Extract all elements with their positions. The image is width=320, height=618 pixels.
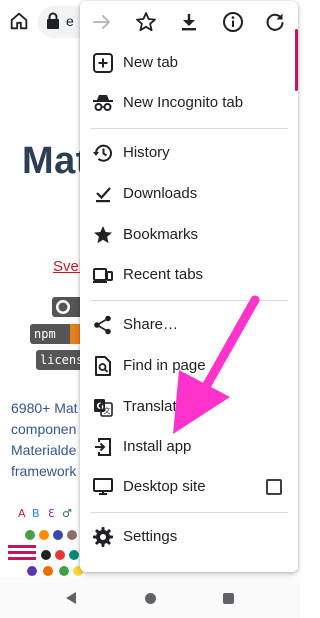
bookmark-page-button[interactable] — [134, 10, 158, 34]
downloads-icon — [92, 183, 114, 205]
desktop-site-checkbox[interactable] — [266, 479, 282, 495]
incognito-icon — [92, 92, 114, 114]
history-icon — [92, 142, 114, 164]
menu-item-share[interactable]: Share… — [80, 305, 298, 345]
page-title: Mat — [22, 140, 89, 182]
menu-item-label: Desktop site — [123, 478, 206, 495]
description-line: framework — [11, 463, 77, 479]
menu-toolbar — [80, 1, 298, 43]
bookmarks-star-icon — [92, 224, 114, 246]
menu-item-label: Install app — [123, 438, 192, 455]
menu-item-label: New Incognito tab — [123, 94, 244, 111]
refresh-icon — [266, 13, 284, 31]
menu-item-new-tab[interactable]: New tab — [80, 43, 298, 83]
menu-item-label: New tab — [123, 54, 179, 71]
url-text[interactable]: e — [66, 13, 74, 29]
menu-item-label: History — [123, 144, 170, 161]
menu-divider — [90, 300, 288, 301]
share-icon — [92, 314, 114, 336]
menu-item-install-app[interactable]: Install app — [80, 427, 298, 467]
lock-icon — [47, 12, 59, 29]
svg-text:♂: ♂ — [62, 507, 72, 520]
description-line: componen — [11, 421, 77, 437]
menu-item-desktop-site[interactable]: Desktop site — [80, 467, 298, 507]
chrome-overflow-menu: New tab New Incognito tab History Downlo… — [80, 1, 298, 572]
menu-item-recent-tabs[interactable]: Recent tabs — [80, 255, 298, 295]
info-icon — [223, 12, 243, 32]
symbol-icons-grid: A B Ɛ ♂ — [8, 507, 83, 576]
menu-item-label: Downloads — [123, 185, 198, 202]
page-info-button[interactable] — [221, 10, 245, 34]
home-icon[interactable] — [8, 10, 30, 32]
settings-icon — [92, 526, 114, 548]
menu-divider — [90, 128, 288, 129]
menu-item-label: Find in page — [123, 357, 206, 374]
forward-button[interactable] — [90, 10, 114, 34]
menu-item-new-incognito-tab[interactable]: New Incognito tab — [80, 83, 298, 123]
recent-tabs-icon — [92, 264, 114, 286]
menu-item-label: Bookmarks — [123, 226, 199, 243]
menu-item-downloads[interactable]: Downloads — [80, 174, 298, 214]
translate-icon: G 文 — [92, 396, 114, 418]
find-in-page-icon — [92, 355, 114, 377]
svg-text:A: A — [18, 507, 26, 520]
bookmark-star-icon — [136, 12, 156, 32]
menu-item-label: Recent tabs — [123, 266, 204, 283]
new-tab-icon — [92, 52, 114, 74]
menu-item-settings[interactable]: Settings — [80, 517, 298, 557]
npm-badge-label: npm — [34, 327, 56, 341]
menu-item-label: Share… — [123, 316, 179, 333]
download-icon — [182, 14, 196, 31]
description-line: Materialde — [11, 442, 77, 458]
menu-item-label: Settings — [123, 528, 178, 545]
menu-item-bookmarks[interactable]: Bookmarks — [80, 215, 298, 255]
download-page-button[interactable] — [177, 10, 201, 34]
svg-text:Ɛ: Ɛ — [48, 507, 55, 520]
menu-item-translate[interactable]: G 文 Translate… — [80, 387, 298, 427]
svelte-link[interactable]: Svel — [53, 258, 82, 275]
menu-divider — [90, 512, 288, 513]
nav-home-icon[interactable] — [145, 593, 156, 604]
menu-item-history[interactable]: History — [80, 133, 298, 173]
refresh-button[interactable] — [263, 10, 287, 34]
nav-recents-icon[interactable] — [223, 593, 234, 604]
svg-text:B: B — [32, 507, 40, 520]
nav-back-icon[interactable] — [66, 592, 76, 604]
menu-item-find-in-page[interactable]: Find in page — [80, 346, 298, 386]
page-description: 6980+ Mat componen Materialde framework — [11, 398, 78, 482]
forward-icon — [93, 15, 110, 29]
menu-item-label: Translate… — [123, 398, 200, 415]
description-line: 6980+ Mat — [11, 400, 78, 416]
github-icon — [56, 300, 70, 314]
install-app-icon — [92, 436, 114, 458]
desktop-site-icon — [92, 476, 114, 498]
svg-text:文: 文 — [104, 406, 111, 415]
